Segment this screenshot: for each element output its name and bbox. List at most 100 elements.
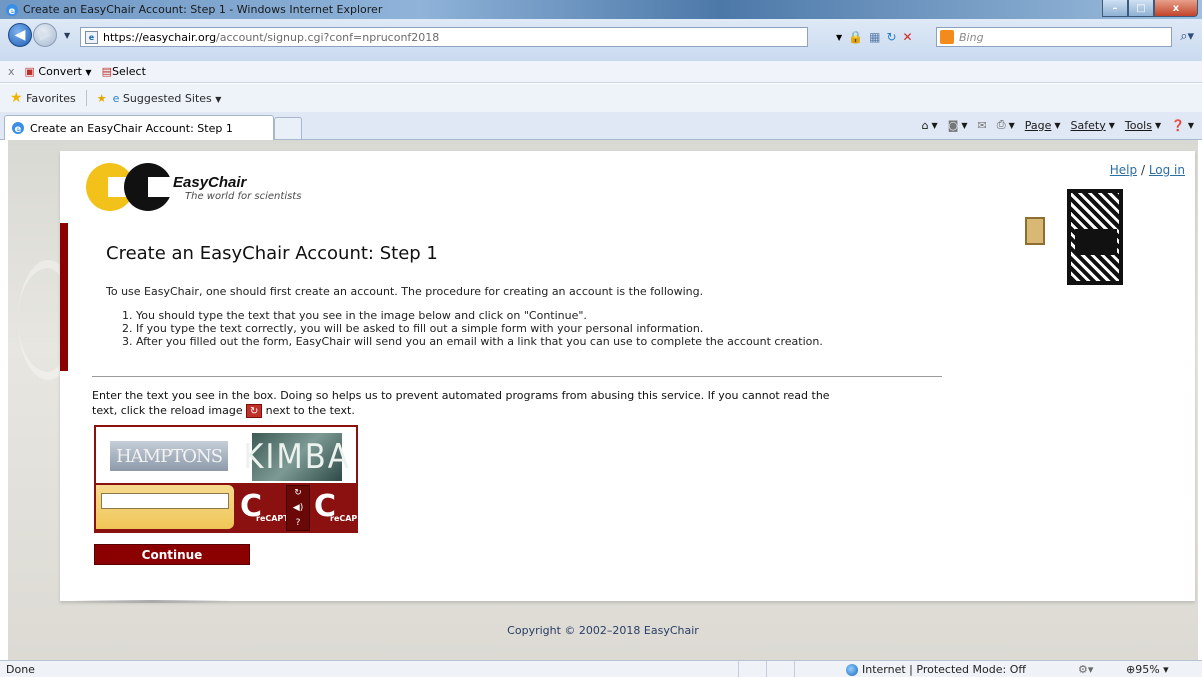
window-controls: – □ x	[1102, 0, 1198, 17]
mail-button[interactable]: ✉	[978, 119, 987, 132]
captcha-controls: CreCAPTC ↻ ◀) ? CreCAP	[96, 483, 358, 533]
big-chair-icon	[1067, 189, 1123, 285]
add-favorite-icon[interactable]: ★	[97, 92, 107, 105]
history-dropdown-icon[interactable]: ▼	[64, 31, 70, 40]
favorites-bar: ★ Favorites ★ e Suggested Sites ▼	[0, 84, 1202, 112]
protected-mode-icon[interactable]: ⚙▾	[1078, 663, 1093, 676]
star-icon: ★	[10, 90, 23, 106]
recaptcha-logo-2: CreCAP	[314, 489, 358, 525]
link-separator: /	[1140, 163, 1145, 177]
lock-icon[interactable]: 🔒	[848, 30, 863, 44]
globe-icon	[846, 663, 858, 676]
recaptcha-widget: HAMPTONS KIMBA CreCAPTC ↻ ◀) ? CreCAP	[94, 425, 358, 533]
search-icon[interactable]: ⌕▾	[1180, 29, 1194, 44]
suggested-sites-label: Suggested Sites	[122, 91, 212, 105]
safety-menu[interactable]: Safety ▼	[1071, 119, 1115, 132]
forward-button[interactable]: ▶	[33, 23, 57, 47]
zoom-level[interactable]: ⊕95% ▾	[1126, 663, 1169, 676]
command-toolbar: ⌂ ▼ ◙ ▼ ✉ ⎙ ▼ Page ▼ Safety ▼ Tools ▼ ❓ ▼	[922, 118, 1194, 132]
logo-black-c	[124, 163, 178, 211]
svg-text:e: e	[15, 124, 22, 135]
back-button[interactable]: ◀	[8, 23, 32, 47]
zoom-text: 95%	[1135, 663, 1160, 676]
tools-menu-label: Tools	[1124, 118, 1152, 132]
security-zone[interactable]: Internet | Protected Mode: Off	[846, 663, 1026, 676]
captcha-input-wrapper	[96, 485, 234, 529]
search-input[interactable]: Bing	[936, 27, 1172, 47]
address-icons: ▼ 🔒 ▦ ↻ ✕	[836, 27, 913, 47]
close-button[interactable]: x	[1154, 0, 1198, 17]
minimize-button[interactable]: –	[1102, 0, 1128, 17]
steps-list: 1. You should type the text that you see…	[122, 309, 823, 348]
compatibility-icon[interactable]: ▦	[869, 30, 880, 44]
zoom-icon: ⊕	[1126, 663, 1136, 676]
help-menu[interactable]: ❓ ▼	[1171, 119, 1194, 132]
new-tab-button[interactable]	[274, 117, 302, 139]
mail-icon: ✉	[977, 118, 987, 132]
brand-tagline: The world for scientists	[185, 191, 302, 202]
divider	[92, 376, 942, 377]
tab-label: Create an EasyChair Account: Step 1	[30, 121, 233, 135]
address-bar[interactable]: e https://easychair.org/account/signup.c…	[80, 27, 808, 47]
search-placeholder: Bing	[959, 30, 984, 44]
rss-icon: ◙	[947, 118, 959, 132]
login-link[interactable]: Log in	[1149, 163, 1185, 177]
page-menu[interactable]: Page ▼	[1025, 119, 1061, 132]
tab-easychair[interactable]: e Create an EasyChair Account: Step 1	[4, 115, 274, 140]
captcha-buttons: ↻ ◀) ?	[286, 485, 310, 531]
ie-page-icon: e	[112, 91, 120, 105]
internet-explorer-icon: e	[6, 3, 18, 17]
refresh-icon[interactable]: ↻	[886, 30, 896, 44]
favorites-button[interactable]: ★ Favorites	[10, 90, 76, 106]
status-bar: Done Internet | Protected Mode: Off ⚙▾ ⊕…	[0, 660, 1202, 677]
url-host: https://easychair.org	[103, 30, 217, 44]
brand-name: EasyChair	[173, 174, 247, 191]
captcha-word-2: KIMBA	[243, 433, 349, 481]
stop-icon[interactable]: ✕	[903, 30, 913, 44]
status-dividers	[738, 661, 822, 677]
select-label: Select	[111, 65, 146, 78]
reload-captcha-icon[interactable]: ↻	[294, 488, 302, 498]
help-link[interactable]: Help	[1110, 163, 1137, 177]
intro-text: To use EasyChair, one should first creat…	[106, 285, 704, 298]
bing-icon	[940, 30, 954, 44]
page-viewport: EasyChair The world for scientists Help …	[8, 140, 1198, 660]
captcha-image: HAMPTONS KIMBA	[96, 427, 356, 483]
home-icon: ⌂	[921, 118, 929, 132]
tab-bar: e Create an EasyChair Account: Step 1 ⌂ ▼…	[0, 112, 1202, 140]
recaptcha-logo: CreCAPTC	[240, 489, 295, 525]
feeds-button[interactable]: ◙ ▼	[948, 119, 968, 132]
instruction-text-end: next to the text.	[265, 404, 355, 417]
audio-captcha-icon[interactable]: ◀)	[293, 503, 303, 513]
print-icon: ⎙	[996, 118, 1006, 131]
internet-explorer-icon: e	[12, 122, 24, 135]
convert-label: Convert	[38, 65, 82, 78]
address-dropdown-icon[interactable]: ▼	[836, 33, 842, 42]
command-bar: x ▣ Convert ▼ ▤Select	[0, 61, 1202, 83]
home-button[interactable]: ⌂ ▼	[922, 119, 938, 132]
maximize-button[interactable]: □	[1128, 0, 1154, 17]
window-titlebar: e Create an EasyChair Account: Step 1 - …	[0, 0, 1202, 19]
reload-icon: ↻	[246, 404, 263, 418]
captcha-word-1: HAMPTONS	[110, 441, 228, 471]
page-title: Create an EasyChair Account: Step 1	[106, 243, 438, 264]
svg-text:e: e	[9, 6, 16, 17]
continue-button[interactable]: Continue	[94, 544, 250, 565]
status-text: Done	[6, 663, 35, 676]
page-icon: e	[85, 30, 98, 44]
page-shadow	[72, 600, 232, 603]
address-toolbar: ◀ ▶ ▼ e https://easychair.org/account/si…	[0, 19, 1202, 61]
chair-illustration	[1017, 187, 1137, 287]
top-links: Help / Log in	[1110, 163, 1185, 177]
help-captcha-icon[interactable]: ?	[296, 518, 301, 528]
suggested-sites-button[interactable]: e Suggested Sites ▼	[113, 92, 222, 105]
captcha-input[interactable]	[101, 493, 229, 509]
tools-menu[interactable]: Tools ▼	[1125, 119, 1161, 132]
close-toolbar-icon[interactable]: x	[8, 65, 15, 78]
list-item: 1. You should type the text that you see…	[122, 309, 587, 322]
select-button[interactable]: ▤Select	[102, 65, 146, 78]
easychair-page: EasyChair The world for scientists Help …	[60, 151, 1195, 601]
convert-menu[interactable]: ▣ Convert ▼	[25, 65, 92, 78]
print-button[interactable]: ⎙ ▼	[997, 118, 1015, 132]
window-title: Create an EasyChair Account: Step 1 - Wi…	[23, 3, 383, 16]
